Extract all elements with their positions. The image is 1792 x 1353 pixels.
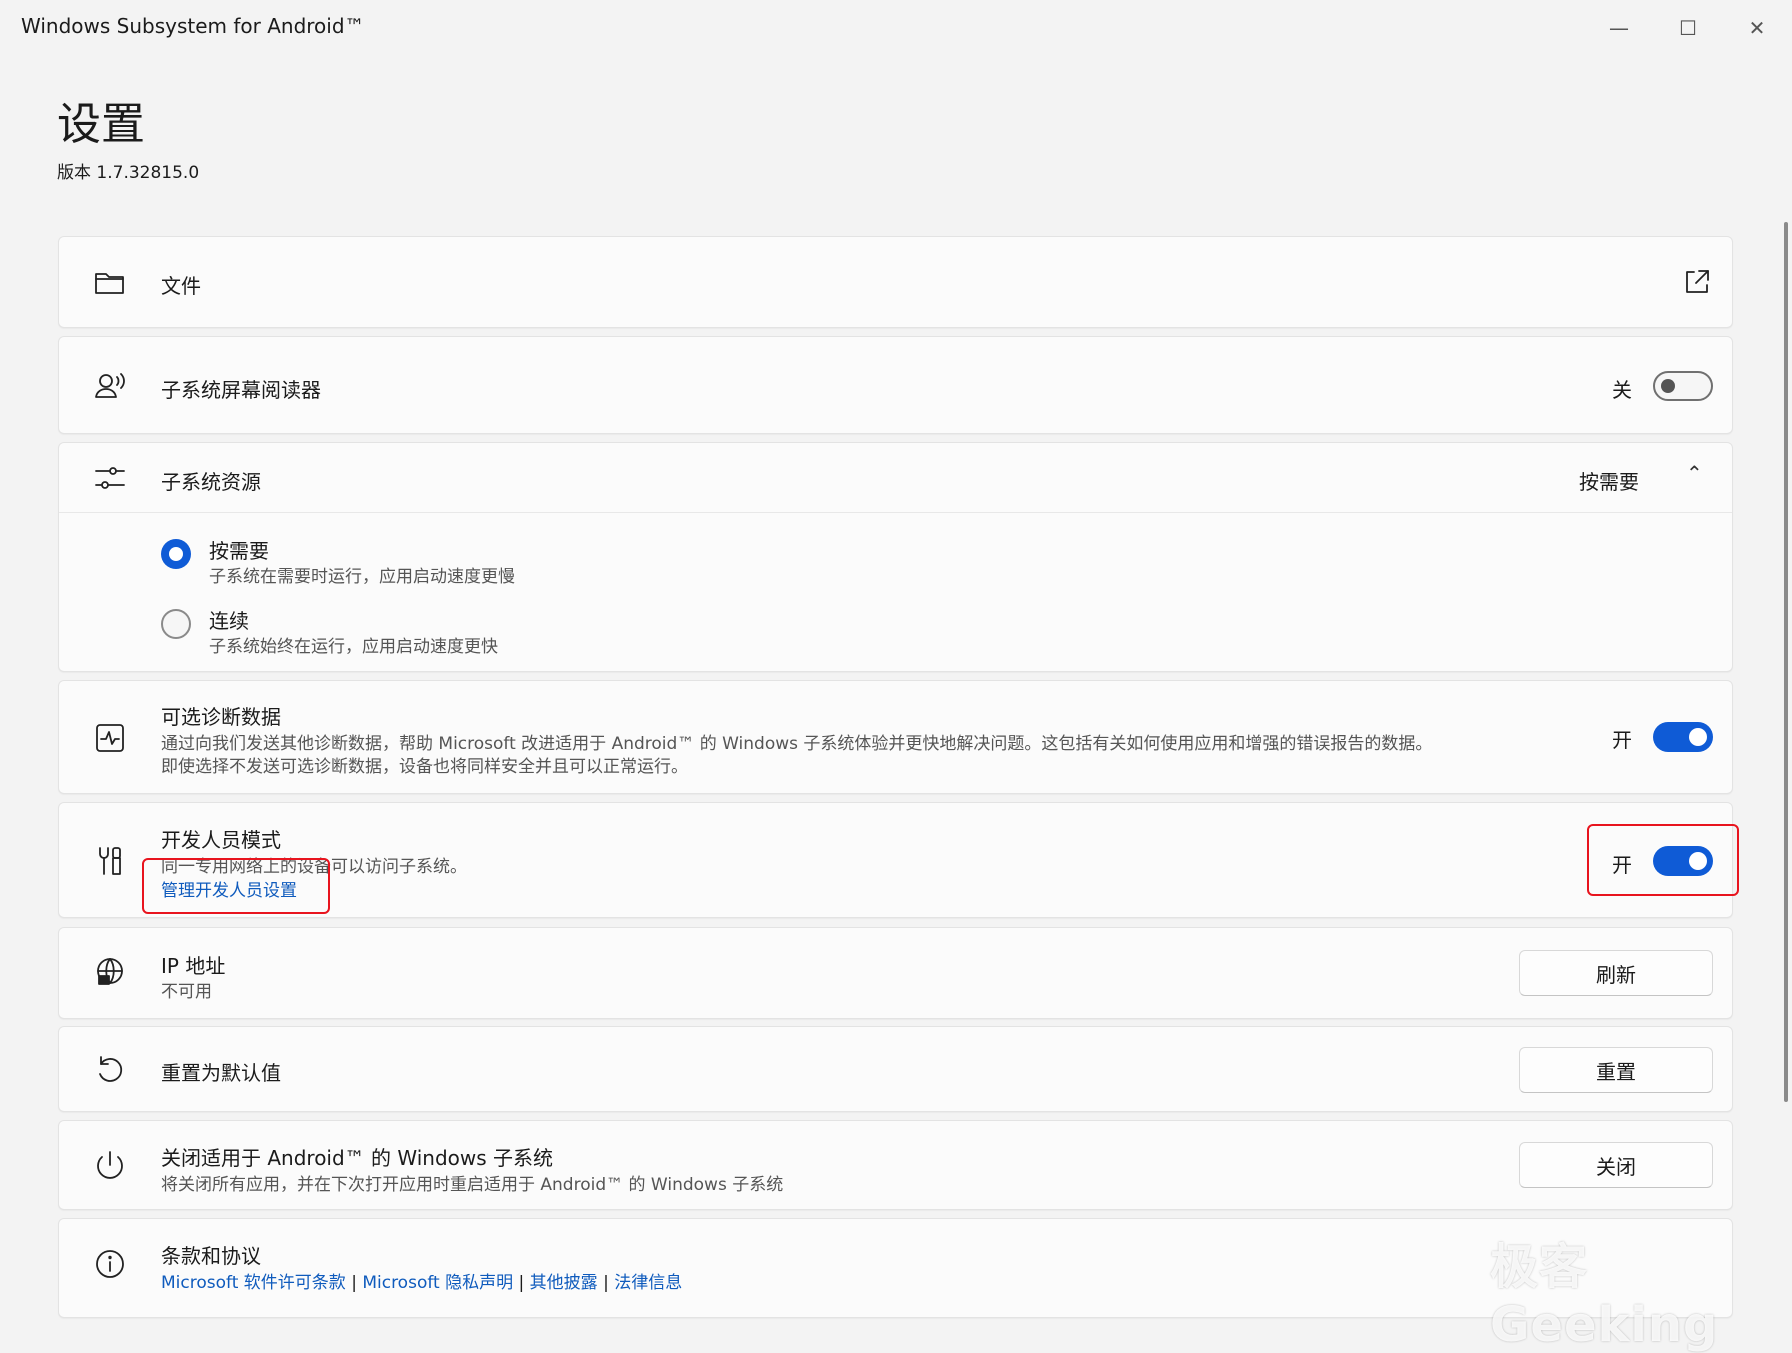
screen-reader-card: 子系统屏幕阅读器 关 (58, 336, 1733, 434)
watermark: 极客Geeking (1490, 1239, 1719, 1353)
legal-info-link[interactable]: 法律信息 (614, 1273, 682, 1293)
ip-label: IP 地址 (161, 954, 226, 978)
highlight-toggle-box (1587, 824, 1739, 896)
diagnostics-label: 可选诊断数据 (161, 705, 281, 729)
option-on-demand-desc: 子系统在需要时运行，应用启动速度更慢 (209, 567, 515, 587)
radio-on-demand[interactable] (161, 539, 191, 569)
highlight-link-box (142, 858, 330, 914)
terms-links: Microsoft 软件许可条款 | Microsoft 隐私声明 | 其他披露… (161, 1268, 682, 1293)
resources-header[interactable]: 子系统资源 按需要 ⌃ (59, 443, 1732, 513)
sliders-icon (93, 461, 127, 495)
folder-icon (93, 265, 127, 299)
maximize-icon: ☐ (1679, 16, 1697, 40)
version-text: 版本 1.7.32815.0 (57, 163, 200, 183)
page-title: 设置 (57, 99, 145, 150)
minimize-button[interactable]: — (1591, 8, 1647, 48)
ip-value: 不可用 (161, 982, 212, 1002)
refresh-button[interactable]: 刷新 (1519, 950, 1713, 996)
close-window-button[interactable]: ✕ (1729, 8, 1785, 48)
reset-label: 重置为默认值 (161, 1061, 281, 1085)
ip-card: IP 地址 不可用 刷新 (58, 927, 1733, 1019)
terms-card: 条款和协议 Microsoft 软件许可条款 | Microsoft 隐私声明 … (58, 1218, 1733, 1318)
other-disclosures-link[interactable]: 其他披露 (530, 1273, 598, 1293)
files-label: 文件 (161, 274, 201, 298)
privacy-statement-link[interactable]: Microsoft 隐私声明 (362, 1273, 513, 1293)
screen-reader-label: 子系统屏幕阅读器 (161, 378, 321, 402)
separator: | (351, 1273, 357, 1293)
diagnostics-desc1: 通过向我们发送其他诊断数据，帮助 Microsoft 改进适用于 Android… (161, 734, 1433, 754)
developer-tools-icon (93, 844, 127, 878)
diagnostics-card: 可选诊断数据 通过向我们发送其他诊断数据，帮助 Microsoft 改进适用于 … (58, 680, 1733, 794)
shutdown-desc: 将关闭所有应用，并在下次打开应用时重启适用于 Android™ 的 Window… (161, 1175, 784, 1195)
activity-icon (93, 721, 127, 755)
resources-label: 子系统资源 (161, 470, 261, 494)
reset-card: 重置为默认值 重置 (58, 1026, 1733, 1112)
terms-label: 条款和协议 (161, 1244, 261, 1268)
diagnostics-state: 开 (1612, 728, 1632, 752)
separator: | (603, 1273, 609, 1293)
diagnostics-toggle[interactable] (1653, 722, 1713, 752)
option-continuous-title: 连续 (209, 609, 249, 633)
power-icon (93, 1149, 127, 1183)
title-bar: Windows Subsystem for Android™ — ☐ ✕ (0, 0, 1792, 52)
developer-label: 开发人员模式 (161, 828, 281, 852)
scrollbar[interactable] (1784, 222, 1788, 1102)
option-continuous-desc: 子系统始终在运行，应用启动速度更快 (209, 637, 498, 657)
option-on-demand-title: 按需要 (209, 539, 269, 563)
window-title: Windows Subsystem for Android™ (21, 14, 365, 38)
files-card[interactable]: 文件 (58, 236, 1733, 328)
close-icon: ✕ (1748, 16, 1766, 40)
shutdown-label: 关闭适用于 Android™ 的 Windows 子系统 (161, 1146, 554, 1170)
reset-button[interactable]: 重置 (1519, 1047, 1713, 1093)
license-terms-link[interactable]: Microsoft 软件许可条款 (161, 1273, 346, 1293)
maximize-button[interactable]: ☐ (1660, 8, 1716, 48)
reset-icon (93, 1053, 127, 1087)
info-icon (93, 1247, 127, 1281)
radio-continuous[interactable] (161, 609, 191, 639)
screen-reader-toggle[interactable] (1653, 371, 1713, 401)
minimize-icon: — (1609, 16, 1629, 40)
globe-icon (93, 956, 127, 990)
shutdown-button[interactable]: 关闭 (1519, 1142, 1713, 1188)
separator: | (518, 1273, 525, 1293)
screen-reader-state: 关 (1612, 378, 1632, 402)
chevron-up-icon[interactable]: ⌃ (1686, 461, 1703, 485)
open-external-icon[interactable] (1680, 265, 1714, 299)
resources-value: 按需要 (1579, 470, 1639, 494)
diagnostics-desc2: 即使选择不发送可选诊断数据，设备也将同样安全并且可以正常运行。 (161, 757, 688, 777)
narrator-icon (93, 369, 127, 403)
shutdown-card: 关闭适用于 Android™ 的 Windows 子系统 将关闭所有应用，并在下… (58, 1120, 1733, 1210)
resources-card: 子系统资源 按需要 ⌃ 按需要 子系统在需要时运行，应用启动速度更慢 连续 子系… (58, 442, 1733, 672)
